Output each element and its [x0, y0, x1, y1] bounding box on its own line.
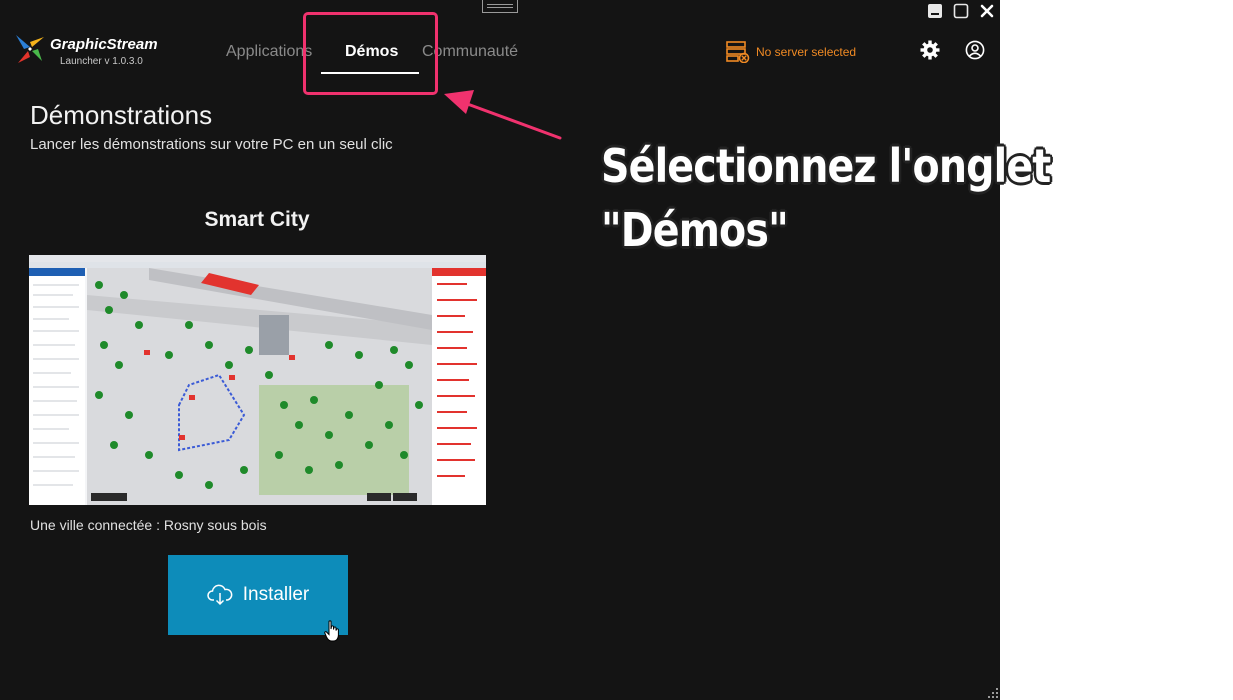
gear-icon[interactable]	[920, 40, 940, 60]
instruction-annotation: Sélectionnez l'onglet "Démos"	[601, 134, 1051, 262]
page-title: Démonstrations	[30, 100, 213, 130]
hand-cursor-icon	[324, 620, 339, 642]
brand-version: Launcher v 1.0.3.0	[60, 56, 143, 67]
arrow-icon	[444, 90, 562, 140]
demo-title: Smart City	[204, 208, 310, 231]
demo-thumbnail[interactable]	[29, 255, 486, 505]
server-selector[interactable]: No server selected	[726, 41, 856, 63]
page-subtitle: Lancer les démonstrations sur votre PC e…	[30, 136, 393, 153]
maximize-icon[interactable]	[952, 2, 970, 20]
close-icon[interactable]	[978, 2, 996, 20]
install-button[interactable]: Installer	[168, 555, 348, 635]
server-icon	[726, 41, 750, 63]
annotation-line-1: Sélectionnez l'onglet	[601, 139, 1051, 193]
minimize-icon[interactable]	[926, 2, 944, 20]
resize-grip-icon[interactable]	[988, 688, 998, 698]
tab-highlight-box	[303, 12, 438, 95]
annotation-line-2: "Démos"	[601, 203, 789, 257]
demo-description: Une ville connectée : Rosny sous bois	[30, 517, 267, 533]
tab-applications[interactable]: Applications	[226, 43, 312, 61]
server-status-label: No server selected	[756, 45, 857, 59]
logo-icon	[16, 35, 44, 63]
window-controls	[926, 2, 996, 20]
install-button-label: Installer	[242, 584, 310, 605]
user-icon[interactable]	[965, 40, 985, 60]
cloud-download-icon	[206, 584, 233, 606]
brand-name: GraphicStream	[50, 36, 158, 53]
drag-handle[interactable]	[482, 0, 518, 13]
